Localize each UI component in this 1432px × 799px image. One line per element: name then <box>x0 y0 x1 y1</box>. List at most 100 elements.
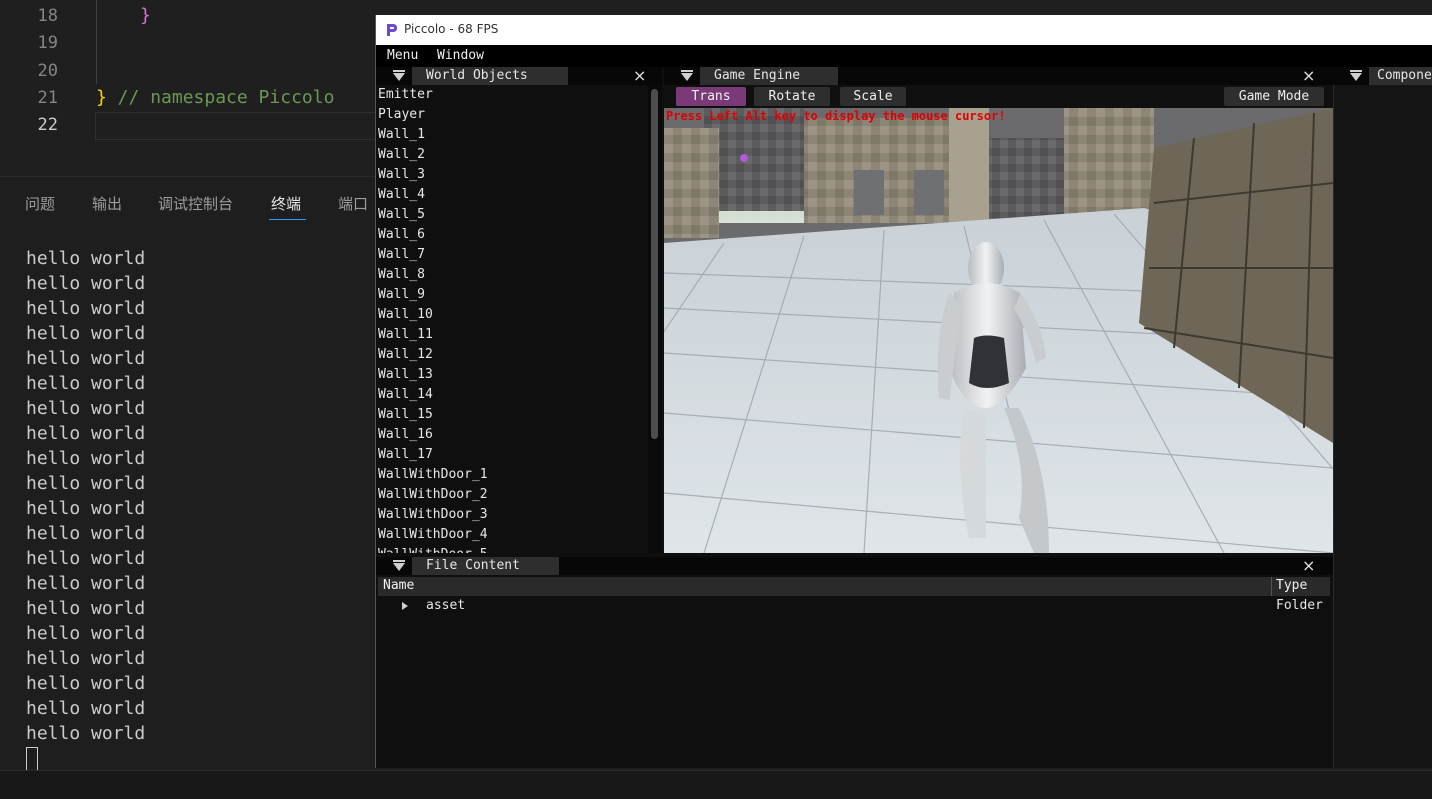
list-item[interactable]: WallWithDoor_4 <box>376 525 648 545</box>
components-panel[interactable] <box>1333 85 1432 768</box>
list-item[interactable]: Wall_12 <box>376 345 648 365</box>
list-item[interactable]: Wall_2 <box>376 145 648 165</box>
terminal-line: hello world <box>26 298 146 319</box>
list-item[interactable]: WallWithDoor_1 <box>376 465 648 485</box>
list-item[interactable]: Wall_15 <box>376 405 648 425</box>
terminal-line: hello world <box>26 398 146 419</box>
editor-line[interactable]: 18 } <box>0 2 375 30</box>
window-title: Piccolo - 68 FPS <box>404 22 499 36</box>
terminal-output[interactable]: hello world hello world hello world hell… <box>26 246 145 771</box>
file-content-panel[interactable]: File Content × Name Type asset Folder <box>376 555 1333 768</box>
terminal-line: hello world <box>26 648 146 669</box>
column-divider[interactable] <box>1271 577 1272 596</box>
tab-problems[interactable]: 问题 <box>25 193 55 214</box>
namespace-brace: } <box>96 87 107 108</box>
terminal-line: hello world <box>26 273 146 294</box>
terminal-line: hello world <box>26 348 146 369</box>
dock-menu-arrow-icon[interactable] <box>393 70 405 81</box>
terminal-line: hello world <box>26 598 146 619</box>
tab-world-objects[interactable]: World Objects <box>412 67 568 85</box>
tab-debug-console[interactable]: 调试控制台 <box>158 193 233 214</box>
terminal-line: hello world <box>26 573 146 594</box>
close-icon[interactable]: × <box>633 68 646 84</box>
terminal-cursor <box>26 747 38 771</box>
editor-line[interactable]: 20 <box>0 57 375 85</box>
game-engine-header: Game Engine × <box>664 67 1333 85</box>
world-objects-list[interactable]: Emitter Player Wall_1 Wall_2 Wall_3 Wall… <box>376 85 648 553</box>
editor-line[interactable]: 22 <box>0 111 375 139</box>
dock-menu-arrow-icon[interactable] <box>681 70 693 81</box>
terminal-line: hello world <box>26 723 146 744</box>
menu-item-menu[interactable]: Menu <box>387 48 418 63</box>
list-item[interactable]: Wall_10 <box>376 305 648 325</box>
code-text: } // namespace Piccolo <box>96 84 334 112</box>
dock-menu-arrow-icon[interactable] <box>393 560 405 571</box>
terminal-line: hello world <box>26 548 146 569</box>
list-item[interactable]: Wall_8 <box>376 265 648 285</box>
scene-render <box>664 108 1333 553</box>
tab-ports[interactable]: 端口 <box>338 193 368 214</box>
list-item[interactable]: Wall_6 <box>376 225 648 245</box>
window-titlebar[interactable]: Piccolo - 68 FPS <box>376 15 1432 45</box>
file-name: asset <box>426 598 466 613</box>
line-number: 18 <box>37 6 58 26</box>
rotate-button[interactable]: Rotate <box>754 87 830 106</box>
status-bar <box>0 770 1432 799</box>
line-number: 22 <box>37 115 58 135</box>
list-item[interactable]: Wall_13 <box>376 365 648 385</box>
viewport-hint: Press Left Alt key to display the mouse … <box>666 109 1006 123</box>
terminal-line: hello world <box>26 473 146 494</box>
piccolo-window[interactable]: Piccolo - 68 FPS Menu Window World Objec… <box>375 15 1432 768</box>
trans-button[interactable]: Trans <box>676 87 746 106</box>
components-header: Components <box>1333 67 1432 85</box>
file-content-header: File Content × <box>376 557 1333 575</box>
tab-terminal[interactable]: 终端 <box>271 193 301 214</box>
table-row[interactable]: asset Folder <box>378 597 1330 616</box>
list-item[interactable]: Wall_5 <box>376 205 648 225</box>
column-type[interactable]: Type <box>1276 578 1307 593</box>
scrollbar-thumb[interactable] <box>651 89 658 439</box>
terminal-line: hello world <box>26 373 146 394</box>
list-item[interactable]: Wall_3 <box>376 165 648 185</box>
editor-line[interactable]: 19 <box>0 29 375 57</box>
list-item[interactable]: WallWithDoor_5 <box>376 545 648 553</box>
terminal-line: hello world <box>26 323 146 344</box>
list-item[interactable]: Player <box>376 105 648 125</box>
dock-menu-arrow-icon[interactable] <box>1350 70 1362 81</box>
column-name[interactable]: Name <box>383 578 414 593</box>
file-table-header: Name Type <box>378 577 1330 596</box>
close-icon[interactable]: × <box>1302 558 1315 574</box>
tab-game-engine[interactable]: Game Engine <box>700 67 838 85</box>
line-number: 20 <box>37 61 58 81</box>
list-item[interactable]: Wall_11 <box>376 325 648 345</box>
scale-button[interactable]: Scale <box>840 87 906 106</box>
world-objects-header: World Objects × <box>376 67 662 85</box>
tab-file-content[interactable]: File Content <box>412 557 559 575</box>
world-objects-scrollbar[interactable] <box>648 85 662 553</box>
list-item[interactable]: WallWithDoor_3 <box>376 505 648 525</box>
file-type: Folder <box>1276 598 1323 613</box>
menu-item-window[interactable]: Window <box>437 48 484 63</box>
list-item[interactable]: Wall_9 <box>376 285 648 305</box>
expand-arrow-icon[interactable] <box>402 602 408 610</box>
tab-components[interactable]: Components <box>1369 67 1432 85</box>
list-item[interactable]: Wall_17 <box>376 445 648 465</box>
list-item[interactable]: WallWithDoor_2 <box>376 485 648 505</box>
close-icon[interactable]: × <box>1302 68 1315 84</box>
closing-brace: } <box>140 5 151 26</box>
game-viewport[interactable]: Press Left Alt key to display the mouse … <box>664 108 1333 553</box>
tab-output[interactable]: 输出 <box>92 193 122 214</box>
terminal-line: hello world <box>26 523 146 544</box>
line-number: 21 <box>37 88 58 108</box>
list-item[interactable]: Wall_16 <box>376 425 648 445</box>
game-engine-toolbar: Trans Rotate Scale Game Mode <box>664 85 1334 108</box>
list-item[interactable]: Wall_4 <box>376 185 648 205</box>
list-item[interactable]: Wall_1 <box>376 125 648 145</box>
editor-line[interactable]: 21 } // namespace Piccolo <box>0 84 375 112</box>
terminal-line: hello world <box>26 498 146 519</box>
list-item[interactable]: Wall_7 <box>376 245 648 265</box>
panel-tab-bar: 问题 输出 调试控制台 终端 端口 <box>0 177 375 225</box>
game-mode-button[interactable]: Game Mode <box>1224 87 1324 106</box>
list-item[interactable]: Wall_14 <box>376 385 648 405</box>
list-item[interactable]: Emitter <box>376 85 648 105</box>
